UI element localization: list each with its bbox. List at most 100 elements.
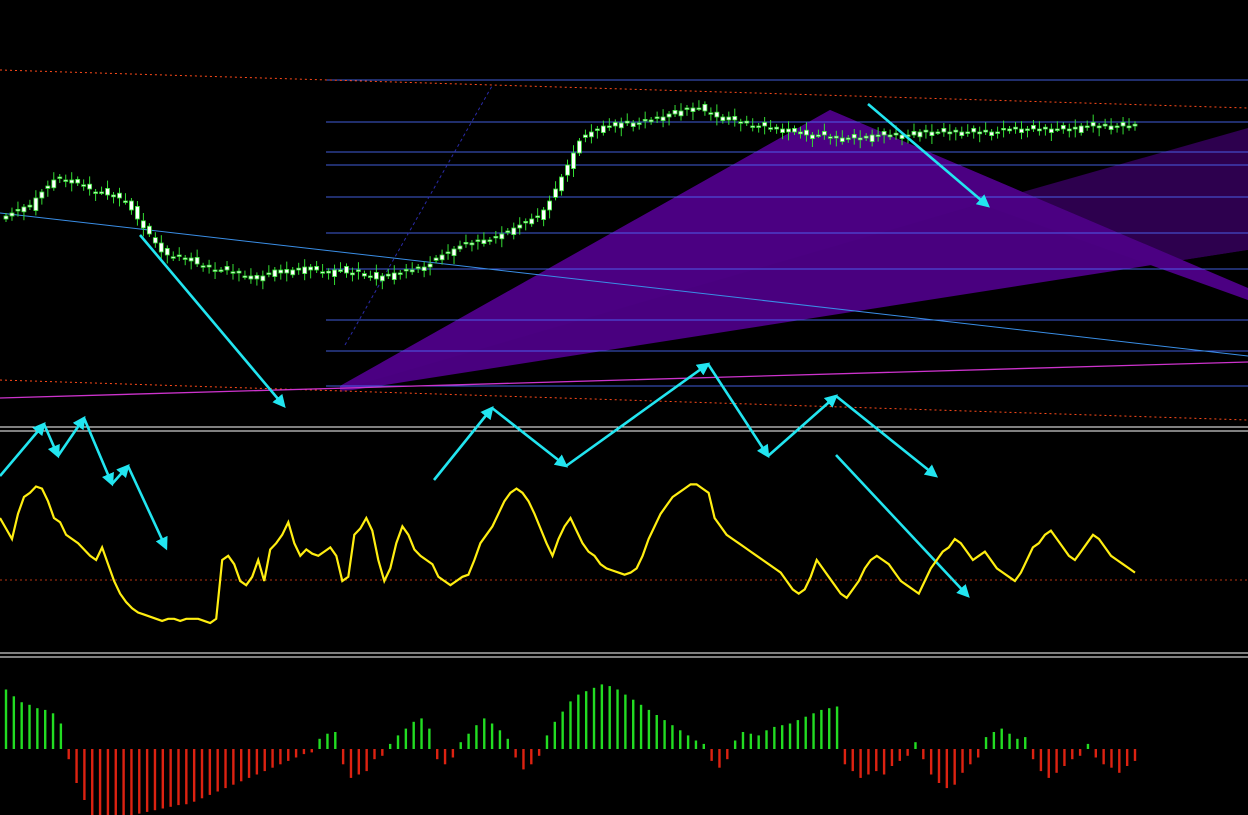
- histogram-bar-positive: [773, 726, 776, 749]
- histogram-bar-positive: [600, 684, 604, 749]
- candle-body: [571, 152, 576, 169]
- candle-body: [391, 272, 397, 280]
- histogram-bar-negative: [976, 749, 980, 758]
- candle-body: [254, 274, 260, 280]
- candle-body: [523, 220, 529, 224]
- candle-body: [989, 131, 995, 136]
- candle-body: [553, 188, 558, 198]
- candle-body: [451, 248, 457, 256]
- candle-body: [332, 269, 337, 277]
- candle-body: [1031, 125, 1036, 130]
- histogram-bar-negative: [945, 749, 949, 789]
- histogram-bar-negative: [1078, 749, 1082, 756]
- candle-body: [971, 127, 977, 133]
- candle-body: [857, 137, 863, 141]
- histogram-bar-positive: [584, 691, 588, 749]
- histogram-bar-positive: [757, 735, 760, 749]
- histogram-bar-positive: [671, 725, 674, 749]
- histogram-bar-negative: [224, 749, 227, 789]
- histogram-bar-positive: [796, 720, 800, 749]
- histogram-bar-negative: [263, 749, 266, 772]
- histogram-bar-negative: [83, 749, 86, 800]
- histogram-bar-negative: [302, 749, 306, 755]
- histogram-bar-negative: [349, 749, 353, 778]
- candle-body: [170, 256, 176, 259]
- candle-body: [445, 251, 451, 254]
- histogram-bar-positive: [1000, 728, 1003, 749]
- candle-body: [1037, 128, 1042, 132]
- histogram-bar-positive: [741, 732, 745, 749]
- candle-body: [123, 200, 128, 203]
- candle-body: [690, 107, 696, 112]
- candle-body: [780, 128, 785, 133]
- histogram-bar-negative: [381, 749, 384, 756]
- candle-body: [421, 266, 427, 271]
- candle-body: [356, 269, 361, 272]
- histogram-bar-negative: [208, 749, 212, 795]
- candle-body: [875, 134, 881, 137]
- candle-body: [618, 122, 624, 129]
- candle-body: [63, 179, 69, 182]
- histogram-bar-negative: [1047, 749, 1050, 778]
- histogram-bar-negative: [859, 749, 862, 778]
- histogram-bar-positive: [686, 735, 690, 749]
- candle-body: [308, 266, 314, 271]
- candle-body: [111, 194, 116, 198]
- candle-body: [1066, 128, 1072, 132]
- histogram-bar-negative: [443, 749, 447, 765]
- histogram-bar-negative: [287, 749, 290, 761]
- candle-body: [415, 266, 421, 269]
- candle-body: [660, 116, 666, 121]
- histogram-bar-negative: [153, 749, 157, 811]
- histogram-bar-positive: [51, 713, 55, 749]
- candle-body: [3, 215, 9, 220]
- candle-body: [57, 176, 63, 179]
- candle-body: [983, 129, 989, 133]
- histogram-bar-negative: [122, 749, 125, 815]
- candle-body: [176, 254, 182, 257]
- candle-body: [230, 271, 236, 274]
- candle-body: [439, 254, 445, 261]
- histogram-bar-negative: [953, 749, 956, 785]
- candle-body: [696, 107, 702, 110]
- histogram-bar-negative: [514, 749, 517, 758]
- trading-chart[interactable]: [0, 0, 1248, 815]
- candle-body: [732, 116, 738, 121]
- candle-body: [338, 269, 343, 272]
- histogram-bar-positive: [318, 738, 321, 749]
- candle-body: [272, 269, 278, 277]
- histogram-bar-positive: [765, 730, 768, 749]
- histogram-bar-negative: [718, 749, 721, 768]
- histogram-bar-negative: [98, 749, 102, 815]
- candle-body: [1060, 125, 1066, 130]
- candle-body: [75, 178, 81, 184]
- candle-body: [708, 112, 714, 115]
- candle-body: [750, 125, 756, 128]
- histogram-bar-positive: [412, 721, 415, 749]
- candle-body: [284, 268, 290, 274]
- histogram-bar-positive: [608, 686, 611, 749]
- candle-body: [917, 131, 923, 138]
- candle-body: [1013, 126, 1018, 130]
- candle-body: [1025, 128, 1030, 131]
- candle-body: [433, 257, 439, 261]
- candle-body: [672, 110, 678, 115]
- candle-body: [302, 266, 308, 274]
- candle-body: [1102, 123, 1108, 127]
- candle-body: [941, 127, 947, 133]
- histogram-bar-positive: [694, 740, 698, 749]
- candle-body: [140, 220, 146, 229]
- histogram-bar-positive: [647, 709, 651, 749]
- candle-body: [648, 119, 654, 123]
- histogram-bar-positive: [388, 743, 392, 749]
- histogram-bar-negative: [843, 749, 847, 765]
- histogram-bar-negative: [341, 749, 345, 765]
- histogram-bar-negative: [1118, 749, 1121, 773]
- candle-body: [583, 134, 588, 138]
- histogram-bar-negative: [436, 749, 439, 760]
- histogram-bar-positive: [498, 730, 502, 749]
- candle-body: [39, 191, 45, 199]
- candle-body: [129, 200, 134, 211]
- histogram-bar-negative: [922, 749, 925, 760]
- histogram-bar-positive: [812, 713, 815, 749]
